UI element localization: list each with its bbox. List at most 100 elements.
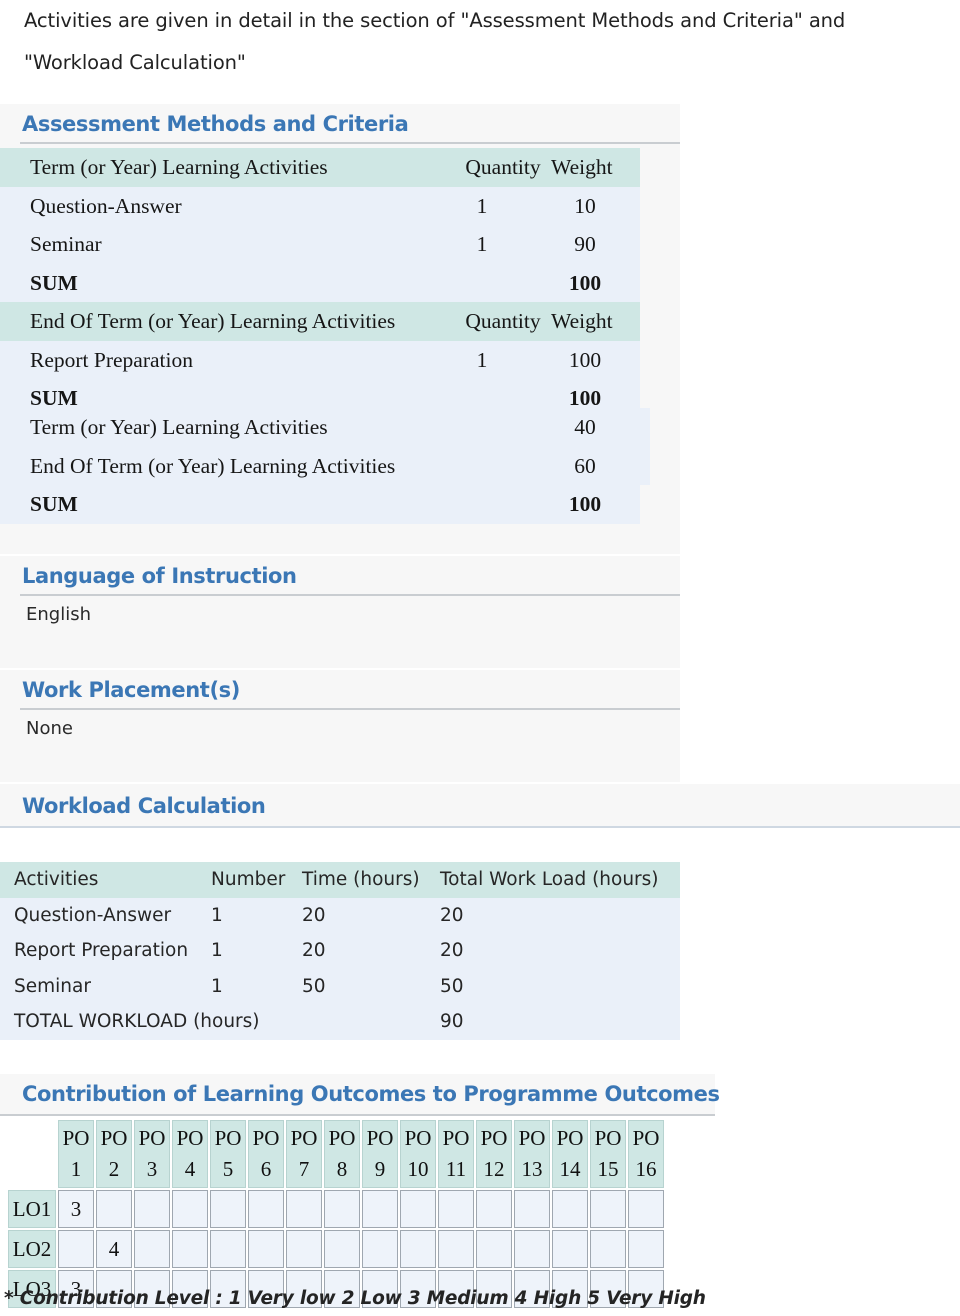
po-number: 4	[184, 1157, 196, 1181]
matrix-cell[interactable]	[552, 1230, 588, 1268]
matrix-po-header: PO 6	[248, 1120, 284, 1188]
matrix-cell[interactable]	[210, 1190, 246, 1228]
matrix-po-header: PO 14	[552, 1120, 588, 1188]
activity-weight: 60	[574, 453, 596, 478]
activity-quantity: 1	[476, 232, 488, 257]
matrix-cell[interactable]	[438, 1190, 474, 1228]
matrix-cell[interactable]	[286, 1230, 322, 1268]
matrix-cell[interactable]	[362, 1230, 398, 1268]
po-number: 1	[70, 1157, 82, 1181]
contribution-title-rule	[0, 1114, 715, 1116]
matrix-cell[interactable]	[628, 1230, 664, 1268]
workload-section-title: Workload Calculation	[22, 794, 266, 818]
table-row: Report Preparation 1 100	[0, 340, 640, 380]
column-header-quantity: Quantity	[465, 155, 541, 179]
matrix-po-header: PO 16	[628, 1120, 664, 1188]
column-header-total-work-load: Total Work Load (hours)	[440, 869, 659, 890]
po-prefix: PO	[138, 1126, 166, 1150]
matrix-cell[interactable]	[590, 1230, 626, 1268]
po-number: 6	[260, 1157, 272, 1181]
activity-quantity: 1	[476, 193, 488, 218]
po-prefix: PO	[176, 1126, 204, 1150]
matrix-po-header: PO 15	[590, 1120, 626, 1188]
contribution-matrix-table: PO 1 PO 2 PO 3 PO 4 PO 5 PO 6 PO 7 PO 8 …	[6, 1118, 666, 1310]
assessment-section-title: Assessment Methods and Criteria	[22, 112, 409, 136]
matrix-cell[interactable]	[476, 1190, 512, 1228]
column-header-number: Number	[211, 869, 286, 890]
assessment-title-rule	[20, 142, 680, 144]
matrix-cell[interactable]	[248, 1190, 284, 1228]
matrix-cell[interactable]	[590, 1190, 626, 1228]
matrix-header-row: PO 1 PO 2 PO 3 PO 4 PO 5 PO 6 PO 7 PO 8 …	[8, 1120, 664, 1188]
table-row: Question-Answer 1 10	[0, 186, 640, 226]
matrix-cell[interactable]: 4	[96, 1230, 132, 1268]
matrix-cell[interactable]	[400, 1190, 436, 1228]
matrix-cell[interactable]	[628, 1190, 664, 1228]
matrix-cell[interactable]	[210, 1230, 246, 1268]
workload-total: 20	[440, 940, 464, 961]
language-section-title: Language of Instruction	[22, 564, 297, 588]
table-row: Seminar 1 50 50	[0, 968, 680, 1004]
po-prefix: PO	[480, 1126, 508, 1150]
matrix-cell[interactable]	[476, 1230, 512, 1268]
activity-weight: 40	[574, 415, 596, 439]
matrix-cell[interactable]	[438, 1230, 474, 1268]
matrix-cell[interactable]	[58, 1230, 94, 1268]
column-header-activities: Activities	[14, 869, 99, 890]
matrix-po-header: PO 7	[286, 1120, 322, 1188]
matrix-cell[interactable]	[514, 1230, 550, 1268]
table-row: Question-Answer 1 20 20	[0, 897, 680, 933]
column-header-quantity: Quantity	[465, 309, 541, 333]
po-number: 5	[222, 1157, 234, 1181]
po-number: 11	[445, 1157, 467, 1181]
workload-number: 1	[211, 940, 223, 961]
contribution-section-title: Contribution of Learning Outcomes to Pro…	[22, 1082, 720, 1106]
activity-name: Report Preparation	[30, 347, 193, 372]
po-prefix: PO	[252, 1126, 280, 1150]
matrix-cell[interactable]	[248, 1230, 284, 1268]
po-prefix: PO	[366, 1126, 394, 1150]
matrix-cell[interactable]	[134, 1190, 170, 1228]
activity-weight: 90	[574, 232, 596, 257]
matrix-lo-label: LO2	[8, 1230, 56, 1268]
workload-total: 20	[440, 904, 464, 926]
column-header-weight: Weight	[551, 309, 613, 333]
sum-value: 100	[568, 492, 602, 517]
matrix-row-lo1: LO1 3	[8, 1190, 664, 1228]
matrix-po-header: PO 5	[210, 1120, 246, 1188]
matrix-cell[interactable]	[362, 1190, 398, 1228]
intro-paragraph: Activities are given in detail in the se…	[24, 9, 846, 74]
workload-time: 20	[302, 904, 326, 926]
po-number: 7	[298, 1157, 310, 1181]
workload-title-rule	[0, 826, 960, 828]
activity-name: Term (or Year) Learning Activities	[30, 415, 328, 439]
table-sum-row: SUM 100	[0, 263, 640, 303]
matrix-cell[interactable]	[514, 1190, 550, 1228]
matrix-cell[interactable]	[324, 1190, 360, 1228]
activity-weight: 100	[568, 347, 602, 372]
matrix-cell[interactable]	[324, 1230, 360, 1268]
matrix-cell[interactable]	[134, 1230, 170, 1268]
table-row: Report Preparation 1 20 20	[0, 933, 680, 969]
column-header-activity: Term (or Year) Learning Activities	[30, 155, 328, 179]
matrix-po-header: PO 2	[96, 1120, 132, 1188]
po-prefix: PO	[632, 1126, 660, 1150]
po-number: 15	[597, 1157, 619, 1181]
workload-activity: Report Preparation	[14, 940, 189, 961]
po-prefix: PO	[328, 1126, 356, 1150]
matrix-po-header: PO 3	[134, 1120, 170, 1188]
activity-weight: 10	[574, 193, 596, 218]
po-prefix: PO	[594, 1126, 622, 1150]
matrix-cell[interactable]	[172, 1190, 208, 1228]
matrix-po-header: PO 9	[362, 1120, 398, 1188]
assessment-term-table: Term (or Year) Learning Activities Quant…	[0, 148, 640, 303]
matrix-cell[interactable]	[286, 1190, 322, 1228]
matrix-cell[interactable]	[552, 1190, 588, 1228]
matrix-cell[interactable]	[172, 1230, 208, 1268]
po-prefix: PO	[556, 1126, 584, 1150]
activity-quantity: 1	[476, 347, 488, 372]
matrix-cell[interactable]	[96, 1190, 132, 1228]
matrix-cell[interactable]	[400, 1230, 436, 1268]
matrix-cell[interactable]: 3	[58, 1190, 94, 1228]
sum-label: SUM	[30, 270, 78, 295]
